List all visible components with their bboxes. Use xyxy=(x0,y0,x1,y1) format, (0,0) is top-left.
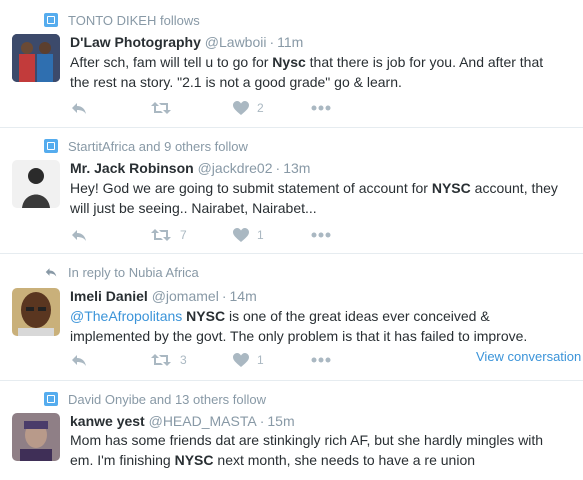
tweet-item[interactable]: David Onyibe and 13 others follow kanwe … xyxy=(0,381,583,480)
context-text[interactable]: StartitAfrica and 9 others follow xyxy=(68,139,248,154)
retweet-icon xyxy=(151,229,171,241)
tweet-context: David Onyibe and 13 others follow xyxy=(44,392,266,407)
tweet-item[interactable]: StartitAfrica and 9 others follow Mr. Ja… xyxy=(0,128,583,254)
more-button[interactable] xyxy=(311,227,331,243)
user-handle[interactable]: @jackdre02 xyxy=(198,160,273,176)
more-dots-icon xyxy=(311,232,331,238)
tweet-text: After sch, fam will tell u to go for Nys… xyxy=(70,54,544,90)
user-handle[interactable]: @jomamel xyxy=(152,288,219,304)
retweet-count: 3 xyxy=(180,353,187,367)
tweet-context: In reply to Nubia Africa xyxy=(44,265,199,280)
more-button[interactable] xyxy=(311,352,331,368)
tweet-item[interactable]: In reply to Nubia Africa Imeli Daniel @j… xyxy=(0,254,583,381)
avatar[interactable] xyxy=(12,288,60,336)
tweet-context: TONTO DIKEH follows xyxy=(44,13,200,28)
follow-badge-icon xyxy=(44,139,58,153)
retweet-button[interactable]: 7 xyxy=(150,227,187,243)
like-count: 1 xyxy=(257,353,264,367)
tweet-text: Mom has some friends dat are stinkingly … xyxy=(70,432,544,468)
avatar[interactable] xyxy=(12,413,60,461)
tweet-header: D'Law Photography @Lawboii · 11m xyxy=(70,34,303,50)
reply-button[interactable] xyxy=(70,100,88,116)
context-text[interactable]: David Onyibe and 13 others follow xyxy=(68,392,266,407)
avatar[interactable] xyxy=(12,160,60,208)
heart-icon xyxy=(233,100,249,115)
user-name[interactable]: D'Law Photography xyxy=(70,34,201,50)
tweet-header: Imeli Daniel @jomamel · 14m xyxy=(70,288,257,304)
mention-link[interactable]: @TheAfropolitans xyxy=(70,308,182,324)
retweet-button[interactable]: 3 xyxy=(150,352,187,368)
reply-icon xyxy=(72,103,86,114)
user-name[interactable]: Imeli Daniel xyxy=(70,288,148,304)
user-handle[interactable]: @Lawboii xyxy=(205,34,267,50)
like-button[interactable]: 2 xyxy=(233,100,264,116)
more-button[interactable] xyxy=(311,100,331,116)
retweet-button[interactable] xyxy=(150,100,180,116)
tweet-text: @TheAfropolitans NYSC is one of the grea… xyxy=(70,308,528,344)
separator-dot: · xyxy=(269,34,275,50)
heart-icon xyxy=(233,227,249,242)
context-text[interactable]: TONTO DIKEH follows xyxy=(68,13,200,28)
avatar[interactable] xyxy=(12,34,60,82)
follow-badge-icon xyxy=(44,13,58,27)
reply-icon xyxy=(72,355,86,366)
view-conversation-link[interactable]: View conversation xyxy=(476,349,581,364)
separator-dot: · xyxy=(259,413,265,429)
timestamp[interactable]: 14m xyxy=(230,288,257,304)
like-count: 1 xyxy=(257,228,264,242)
tweet-text: Hey! God we are going to submit statemen… xyxy=(70,180,558,216)
tweet-item[interactable]: TONTO DIKEH follows D'Law Photography @L… xyxy=(0,0,583,128)
separator-dot: · xyxy=(221,288,227,304)
more-dots-icon xyxy=(311,105,331,111)
user-name[interactable]: Mr. Jack Robinson xyxy=(70,160,194,176)
tweet-context: StartitAfrica and 9 others follow xyxy=(44,139,248,154)
retweet-icon xyxy=(151,354,171,366)
context-text[interactable]: In reply to Nubia Africa xyxy=(68,265,199,280)
like-button[interactable]: 1 xyxy=(233,227,264,243)
retweet-icon xyxy=(151,102,171,114)
timestamp[interactable]: 13m xyxy=(283,160,310,176)
follow-badge-icon xyxy=(44,392,58,406)
tweet-header: Mr. Jack Robinson @jackdre02 · 13m xyxy=(70,160,310,176)
reply-button[interactable] xyxy=(70,227,88,243)
reply-icon xyxy=(72,230,86,241)
heart-icon xyxy=(233,352,249,367)
timestamp[interactable]: 15m xyxy=(267,413,294,429)
user-name[interactable]: kanwe yest xyxy=(70,413,145,429)
retweet-count: 7 xyxy=(180,228,187,242)
separator-dot: · xyxy=(275,160,281,176)
like-button[interactable]: 1 xyxy=(233,352,264,368)
reply-arrow-icon xyxy=(44,265,58,279)
more-dots-icon xyxy=(311,357,331,363)
like-count: 2 xyxy=(257,101,264,115)
timestamp[interactable]: 11m xyxy=(277,34,303,50)
reply-button[interactable] xyxy=(70,352,88,368)
tweet-header: kanwe yest @HEAD_MASTA · 15m xyxy=(70,413,295,429)
user-handle[interactable]: @HEAD_MASTA xyxy=(149,413,257,429)
